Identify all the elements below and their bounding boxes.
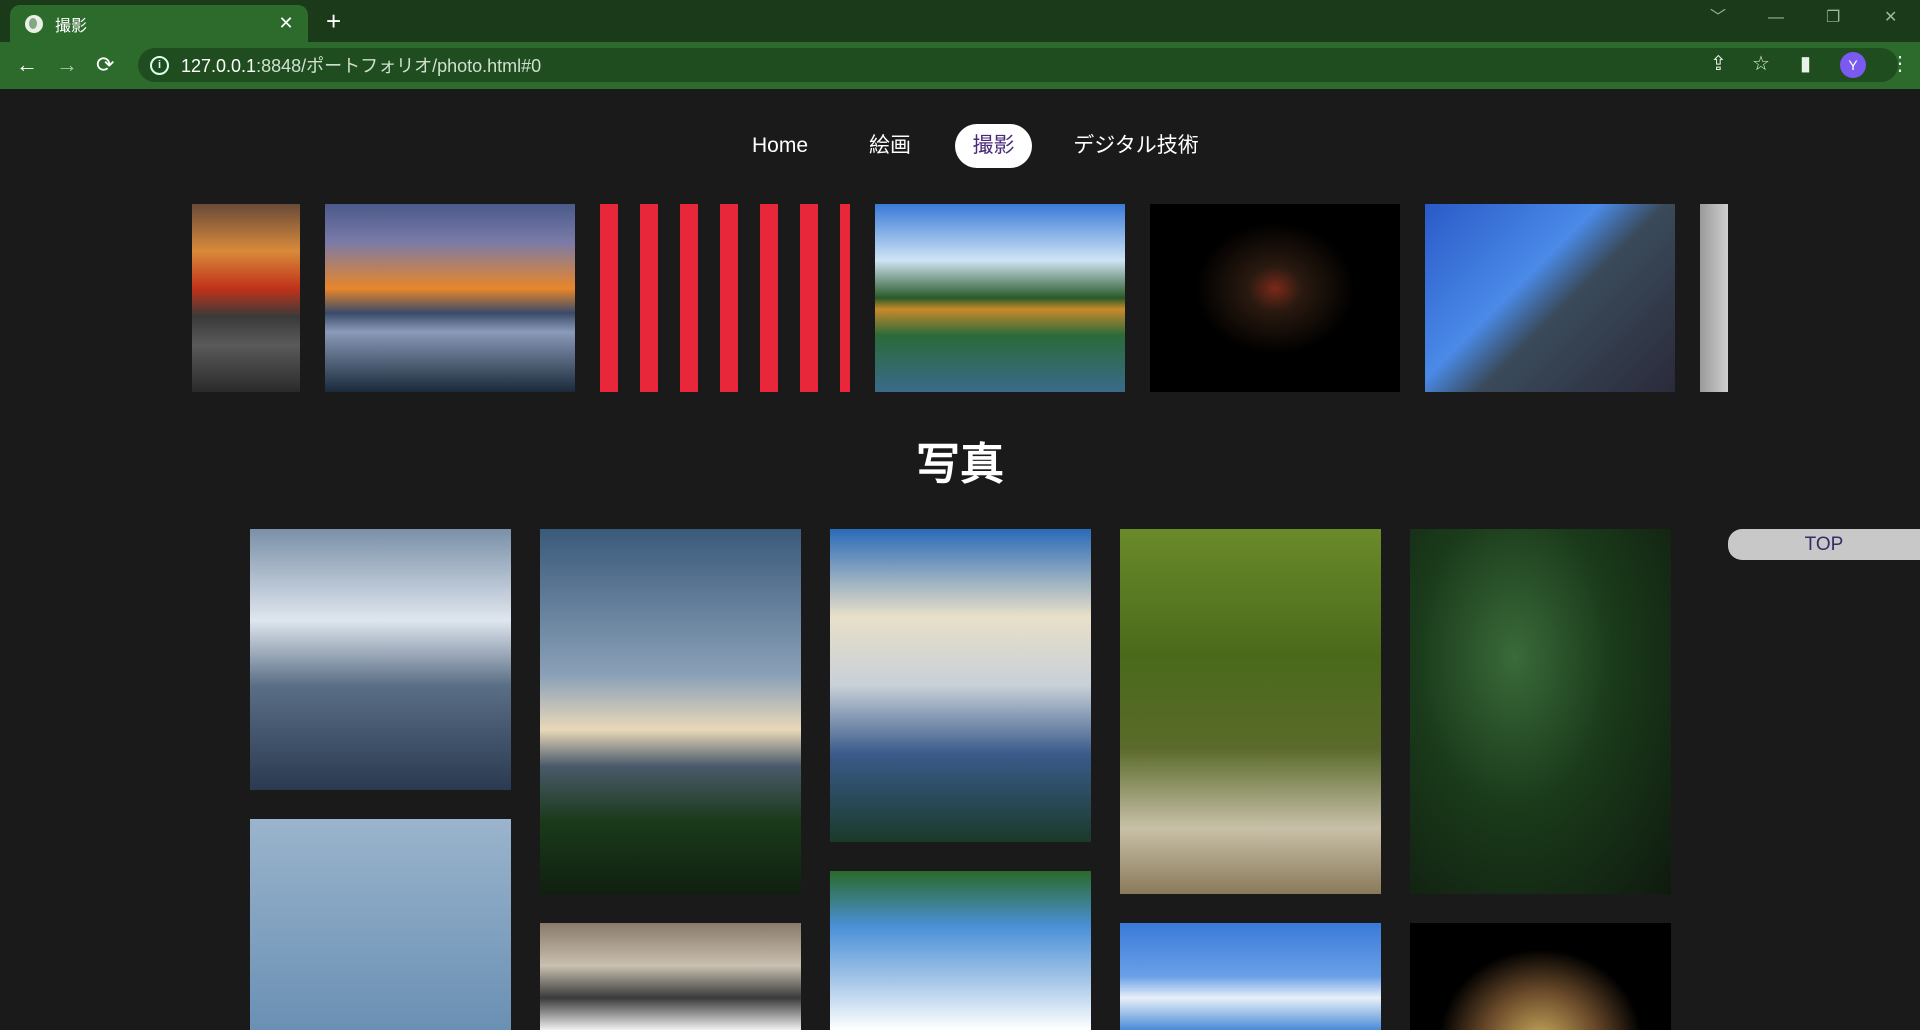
gallery-photo-snow-peak-framed-pines[interactable]: [540, 529, 801, 894]
chrome-divider: [0, 87, 1920, 89]
gallery-photo-blue-sea-boat[interactable]: [250, 819, 511, 1030]
photo-gallery: [0, 529, 1920, 1030]
page-title: 写真: [916, 440, 1004, 489]
back-icon[interactable]: ←: [16, 42, 38, 87]
gallery-photo-city-street-crossing[interactable]: [540, 923, 801, 1030]
gallery-photo-snow-mountain-blue-sky[interactable]: [830, 529, 1091, 842]
close-icon[interactable]: ✕: [276, 13, 296, 34]
nav-painting[interactable]: 絵画: [860, 124, 920, 168]
nav-photography[interactable]: 撮影: [955, 124, 1032, 168]
carousel-photo-night-torii-path[interactable]: [1150, 204, 1400, 392]
tab-strip: 撮影 ✕ + ﹀ — ❐ ✕: [0, 0, 1920, 42]
reload-icon[interactable]: ⟳: [96, 42, 114, 87]
share-icon[interactable]: ⇪: [1710, 42, 1727, 87]
url-path: :8848/ポートフォリオ/photo.html#0: [256, 56, 542, 76]
gallery-photo-snow-mountain-pale[interactable]: [250, 529, 511, 790]
star-icon[interactable]: ☆: [1752, 42, 1770, 87]
restore-icon[interactable]: ❐: [1826, 6, 1840, 30]
gallery-photo-ornate-plate[interactable]: [1410, 923, 1671, 1030]
gallery-photo-dark-jungle-leaves[interactable]: [1410, 529, 1671, 894]
site-nav: Home 絵画 撮影 デジタル技術: [0, 124, 1920, 168]
avatar[interactable]: Y: [1840, 52, 1866, 78]
info-icon[interactable]: i: [150, 55, 169, 75]
carousel-photo-golden-pavilion[interactable]: [875, 204, 1125, 392]
carousel-photo-white-building[interactable]: [1700, 204, 1728, 392]
gallery-photo-blue-sky-cloud[interactable]: [1120, 923, 1381, 1030]
carousel-photo-mountain-sunrise[interactable]: [325, 204, 575, 392]
nav-home[interactable]: Home: [740, 124, 820, 168]
browser-tab[interactable]: 撮影 ✕: [10, 5, 308, 42]
gallery-photo-mossy-tree-roots[interactable]: [1120, 529, 1381, 894]
carousel-photo-red-lattice-gate[interactable]: [600, 204, 850, 392]
nav-digital[interactable]: デジタル技術: [1068, 124, 1204, 168]
photo-carousel: [0, 204, 1920, 392]
window-close-icon[interactable]: ✕: [1884, 6, 1897, 30]
chevron-down-icon[interactable]: ﹀: [1710, 6, 1726, 30]
plus-icon[interactable]: +: [326, 6, 341, 36]
carousel-photo-brick-wall-streetlamp[interactable]: [1425, 204, 1675, 392]
minimize-icon[interactable]: —: [1768, 6, 1784, 30]
sidepanel-icon[interactable]: ▮: [1800, 42, 1811, 87]
globe-icon: [25, 14, 43, 33]
menu-icon[interactable]: ⋮: [1890, 42, 1910, 87]
forward-icon[interactable]: →: [56, 42, 78, 87]
gallery-photo-leaves-white-clouds[interactable]: [830, 871, 1091, 1030]
carousel-photo-sunset-clouds[interactable]: [192, 204, 300, 392]
url-text[interactable]: 127.0.0.1:8848/ポートフォリオ/photo.html#0: [181, 52, 541, 78]
address-bar[interactable]: i 127.0.0.1:8848/ポートフォリオ/photo.html#0: [138, 48, 1898, 82]
url-host: 127.0.0.1: [181, 56, 257, 76]
top-button[interactable]: TOP: [1728, 529, 1920, 560]
tab-title: 撮影: [55, 17, 88, 35]
browser-toolbar: ← → ⟳ i 127.0.0.1:8848/ポートフォリオ/photo.htm…: [0, 42, 1920, 87]
